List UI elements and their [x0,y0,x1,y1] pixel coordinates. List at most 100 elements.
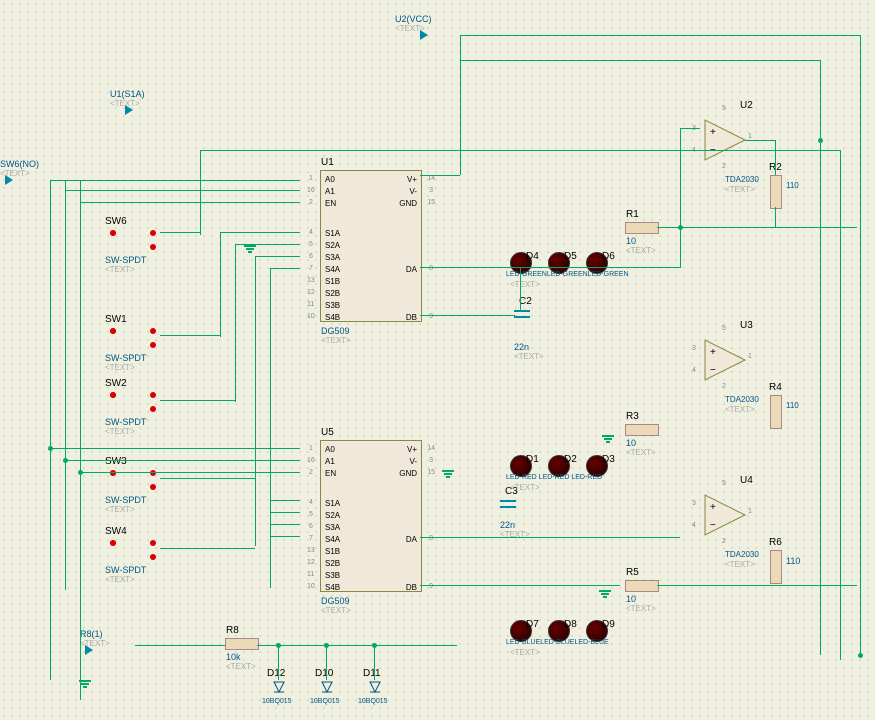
cap-c2[interactable]: C2 22n <TEXT> [514,310,530,314]
svg-text:+: + [710,347,716,358]
wire [270,268,300,269]
resistor-r4[interactable]: R4 110 [770,395,782,429]
pin-label: A1 [325,457,335,466]
pin-label: DA [406,535,417,544]
wire [270,524,300,525]
placeholder: <TEXT> [0,169,30,178]
opamp-part: TDA2030 [725,395,759,404]
ic-ref: U1 [321,157,334,168]
gnd-symbol [598,435,618,447]
wire [200,150,840,151]
switch-ref: SW4 [105,526,127,537]
wire [520,267,521,312]
terminal-label: U1(S1A) [110,89,145,99]
wire [160,478,255,479]
opamp-part: TDA2030 [725,550,759,559]
diode-part: 10BQ015 [358,698,388,705]
res-ref: R8 [226,625,239,636]
pin-label: S4A [325,535,340,544]
wire [420,537,680,538]
pin-label: A1 [325,187,335,196]
schematic-canvas[interactable]: U2(VCC) <TEXT> U1(S1A) <TEXT> SW6(NO) <T… [0,0,875,720]
led-part-row1: LED-GREENLED-GREENLED-GREEN [506,271,629,278]
pin-label: V- [409,457,417,466]
wire [80,180,81,700]
cap-value: 22n [514,342,529,352]
placeholder: <TEXT> [725,405,755,414]
ic-u1[interactable]: U1 A0 1 A1 16 EN 2 V+ 14 V- 3 GND 15 S1A… [320,170,422,322]
pin-label: DA [406,265,417,274]
svg-text:−: − [710,365,716,376]
junction [276,643,281,648]
switch-part: SW-SPDT [105,255,146,265]
ic-part: DG509 [321,596,350,606]
diode-d10[interactable]: D10 10BQ015 [320,680,334,698]
resistor-r8[interactable]: R8 10k <TEXT> [225,638,259,650]
wire [680,128,700,129]
placeholder: <TEXT> [105,265,135,274]
terminal-u2vcc[interactable]: U2(VCC) <TEXT> [420,30,470,42]
switch-sw4[interactable]: SW4 SW-SPDT <TEXT> [110,540,170,560]
terminal-label: SW6(NO) [0,159,39,169]
wire [860,35,861,655]
led-ref: D9 [602,619,615,630]
pin-label: V+ [407,175,417,184]
pin-label: S1A [325,229,340,238]
wire [160,335,220,336]
switch-ref: SW6 [105,216,127,227]
res-value: 10k [226,652,241,662]
cap-c3[interactable]: C3 22n <TEXT> [500,500,516,504]
placeholder: <TEXT> [110,99,140,108]
terminal-label: U2(VCC) [395,14,432,24]
opamp-u4[interactable]: +− U4 34 52 1 TDA2030 <TEXT> [700,490,750,540]
wire [420,175,460,176]
placeholder: <TEXT> [105,363,135,372]
switch-part: SW-SPDT [105,417,146,427]
placeholder: <TEXT> [510,648,540,657]
wire [420,267,680,268]
opamp-u2[interactable]: +− U2 34 52 1 TDA2030 <TEXT> [700,115,750,165]
terminal-sw6no[interactable]: SW6(NO) <TEXT> [5,175,55,187]
terminal-u1s1a[interactable]: U1(S1A) <TEXT> [125,105,175,117]
opamp-ref: U4 [740,475,753,486]
placeholder: <TEXT> [626,604,656,613]
opamp-u3[interactable]: +− U3 34 52 1 TDA2030 <TEXT> [700,335,750,385]
ic-u5[interactable]: U5 A01 A116 EN2 V+14 V-3 GND15 S1A4 S2A5… [320,440,422,592]
switch-sw1[interactable]: SW1 SW-SPDT <TEXT> [110,328,170,348]
switch-ref: SW1 [105,314,127,325]
wire [460,35,860,36]
pin-label: S1B [325,277,340,286]
wire [65,180,66,590]
placeholder: <TEXT> [395,24,425,33]
resistor-r5[interactable]: R5 10 <TEXT> [625,580,659,592]
res-value: 10 [626,236,636,246]
wire [160,232,200,233]
resistor-r1[interactable]: R1 10 <TEXT> [625,222,659,234]
switch-sw6[interactable]: SW6 SW-SPDT <TEXT> [110,230,170,250]
opamp-ref: U3 [740,320,753,331]
pin-label: S3A [325,253,340,262]
diode-d12[interactable]: D12 10BQ015 [272,680,286,698]
pin-label: GND [399,469,417,478]
ic-part: DG509 [321,326,350,336]
led-ref: D5 [564,251,577,262]
wire [220,232,221,337]
led-ref: D1 [526,454,539,465]
wire [255,256,256,546]
resistor-r3[interactable]: R3 10 <TEXT> [625,424,659,436]
wire [420,315,515,316]
switch-sw2[interactable]: SW2 SW-SPDT <TEXT> [110,392,170,412]
placeholder: <TEXT> [725,560,755,569]
gnd-symbol [75,680,95,692]
switch-sw3[interactable]: SW3 SW-SPDT <TEXT> [110,470,170,490]
placeholder: <TEXT> [510,483,540,492]
wire [135,645,225,646]
res-ref: R4 [769,382,782,393]
diode-d11[interactable]: D11 10BQ015 [368,680,382,698]
resistor-r2[interactable]: R2 110 [770,175,782,209]
terminal-r8-1[interactable]: R8(1) <TEXT> [85,645,135,657]
wire [745,140,775,141]
led-ref: D4 [526,251,539,262]
resistor-r6[interactable]: R6 110 [770,550,782,584]
led-ref: D7 [526,619,539,630]
